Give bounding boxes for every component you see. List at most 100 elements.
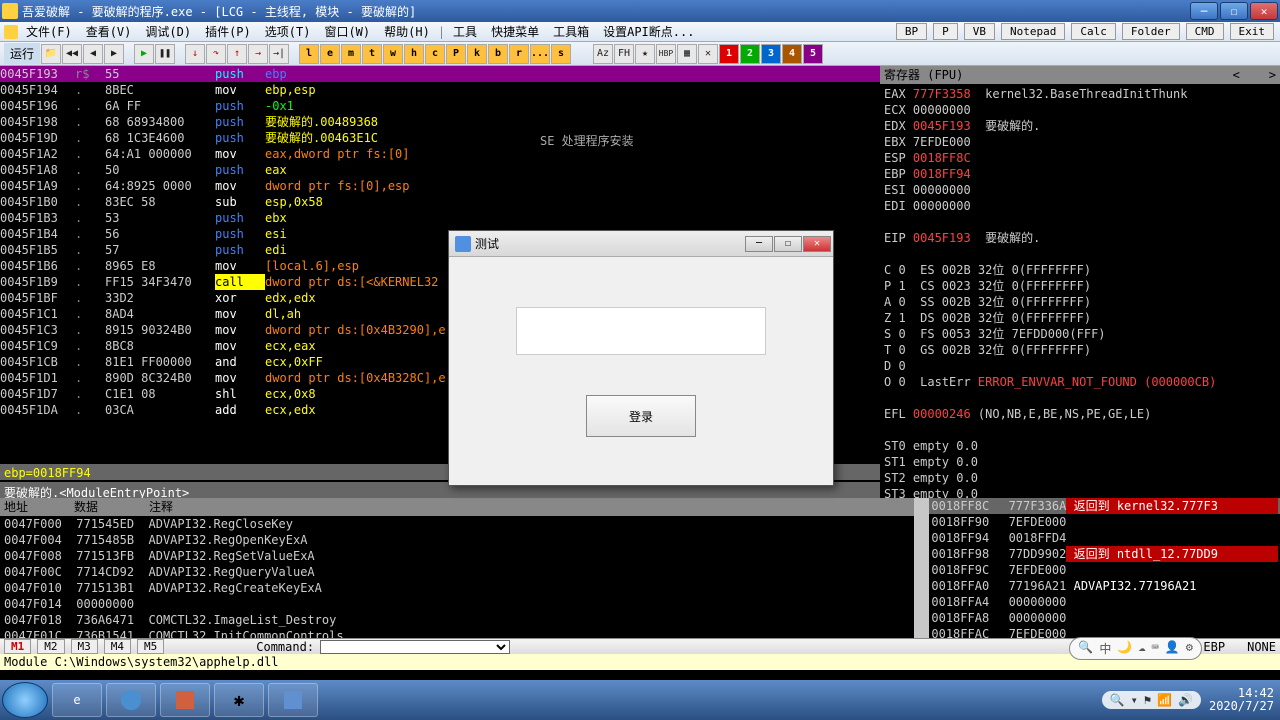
dialog-close-button[interactable]: ✕ (803, 236, 831, 252)
tb-stepin-icon[interactable]: ↓ (185, 44, 205, 64)
dialog-minimize-button[interactable]: ─ (745, 236, 773, 252)
clock[interactable]: 14:42 2020/7/27 (1209, 687, 1274, 713)
tb-letter-t[interactable]: t (362, 44, 382, 64)
menu-plugins[interactable]: 插件(P) (199, 21, 257, 42)
menu-window[interactable]: 窗口(W) (318, 21, 376, 42)
tb-letter-e[interactable]: e (320, 44, 340, 64)
disasm-row[interactable]: 0045F193r$55pushebp (0, 66, 880, 82)
btn-bp[interactable]: BP (896, 23, 927, 40)
tb-stepout-icon[interactable]: ↑ (227, 44, 247, 64)
tray-volume-icon[interactable]: 🔊 (1178, 693, 1193, 707)
tray-network-icon[interactable]: 📶 (1157, 693, 1172, 707)
dump-row[interactable]: 0047F008 771513FB ADVAPI32.RegSetValueEx… (0, 548, 914, 564)
menu-file[interactable]: 文件(F) (20, 21, 78, 42)
ime-cloud-icon[interactable]: ☁ (1138, 640, 1145, 657)
tab-m1[interactable]: M1 (4, 639, 31, 654)
tb-run2-icon[interactable]: → (248, 44, 268, 64)
tb-num1[interactable]: 1 (719, 44, 739, 64)
tab-m3[interactable]: M3 (71, 639, 98, 654)
tb-rewind-icon[interactable]: ◀◀ (62, 44, 82, 64)
register-row[interactable]: EBX 7EFDE000 (884, 134, 1276, 150)
tb-goto-icon[interactable]: →| (269, 44, 289, 64)
disasm-row[interactable]: 0045F19D.68 1C3E4600push要破解的.00463E1C (0, 130, 880, 146)
tb-letter-l[interactable]: l (299, 44, 319, 64)
tb-num2[interactable]: 2 (740, 44, 760, 64)
dump-row[interactable]: 0047F000 771545ED ADVAPI32.RegCloseKey (0, 516, 914, 532)
flag-row[interactable]: S 0 FS 0053 32位 7EFDD000(FFF) (884, 326, 1276, 342)
stack-row[interactable]: 0018FF940018FFD4 (929, 530, 1280, 546)
ime-user-icon[interactable]: 👤 (1165, 640, 1180, 657)
flag-row[interactable]: P 1 CS 0023 32位 0(FFFFFFFF) (884, 278, 1276, 294)
registers-nav[interactable]: < > (1233, 67, 1276, 83)
tb-letter-c[interactable]: c (425, 44, 445, 64)
flag-row[interactable]: D 0 (884, 358, 1276, 374)
tray-flag-icon[interactable]: ⚑ (1144, 693, 1151, 707)
taskbar-app-1[interactable]: e (52, 683, 102, 717)
dump-row[interactable]: 0047F01C 736B1541 COMCTL32.InitCommonCon… (0, 628, 914, 638)
fpu-row[interactable]: ST1 empty 0.0 (884, 454, 1276, 470)
flag-row[interactable]: Z 1 DS 002B 32位 0(FFFFFFFF) (884, 310, 1276, 326)
disasm-row[interactable]: 0045F196.6A FFpush-0x1 (0, 98, 880, 114)
dialog-maximize-button[interactable]: ☐ (774, 236, 802, 252)
btn-cmd[interactable]: CMD (1186, 23, 1224, 40)
taskbar-app-5[interactable] (268, 683, 318, 717)
btn-p[interactable]: P (933, 23, 958, 40)
register-row[interactable]: ESP 0018FF8C (884, 150, 1276, 166)
tb-letter-w[interactable]: w (383, 44, 403, 64)
tb-hbp-icon[interactable]: HBP (656, 44, 676, 64)
tb-fwd-icon[interactable]: ▶ (104, 44, 124, 64)
tb-fh-icon[interactable]: FH (614, 44, 634, 64)
register-row[interactable]: ESI 00000000 (884, 182, 1276, 198)
tb-letter-m[interactable]: m (341, 44, 361, 64)
flag-row[interactable]: C 0 ES 002B 32位 0(FFFFFFFF) (884, 262, 1276, 278)
tb-letter-P[interactable]: P (446, 44, 466, 64)
disasm-row[interactable]: 0045F1B0.83EC 58subesp,0x58 (0, 194, 880, 210)
ime-lang[interactable]: 中 (1099, 640, 1111, 657)
tab-m5[interactable]: M5 (137, 639, 164, 654)
tab-m2[interactable]: M2 (37, 639, 64, 654)
ime-keyboard-icon[interactable]: ⌨ (1152, 640, 1159, 657)
ime-settings-icon[interactable]: ⚙ (1186, 640, 1193, 657)
register-row[interactable]: EAX 777F3358 kernel32.BaseThreadInitThun… (884, 86, 1276, 102)
menu-options[interactable]: 选项(T) (259, 21, 317, 42)
menu-quick[interactable]: 快捷菜单 (485, 21, 545, 42)
stack-row[interactable]: 0018FF9C7EFDE000 (929, 562, 1280, 578)
tb-play-icon[interactable]: ▶ (134, 44, 154, 64)
close-button[interactable]: ✕ (1250, 2, 1278, 20)
stack-row[interactable]: 0018FFA400000000 (929, 594, 1280, 610)
tb-letter-k[interactable]: k (467, 44, 487, 64)
command-input[interactable] (320, 640, 510, 654)
tb-x-icon[interactable]: ✕ (698, 44, 718, 64)
register-row[interactable]: EDX 0045F193 要破解的. (884, 118, 1276, 134)
btn-calc[interactable]: Calc (1071, 23, 1116, 40)
disasm-row[interactable]: 0045F194.8BECmovebp,esp (0, 82, 880, 98)
dump-row[interactable]: 0047F018 736A6471 COMCTL32.ImageList_Des… (0, 612, 914, 628)
ime-bar[interactable]: 🔍 中 🌙 ☁ ⌨ 👤 ⚙ (1069, 637, 1202, 660)
tray-search-icon[interactable]: 🔍 (1110, 693, 1125, 707)
dump-row[interactable]: 0047F010 771513B1 ADVAPI32.RegCreateKeyE… (0, 580, 914, 596)
menu-view[interactable]: 查看(V) (80, 21, 138, 42)
taskbar-app-3[interactable] (160, 683, 210, 717)
tb-pause-icon[interactable]: ❚❚ (155, 44, 175, 64)
tb-star-icon[interactable]: ★ (635, 44, 655, 64)
dialog-text-input[interactable] (516, 307, 766, 355)
stack-row[interactable]: 0018FFA800000000 (929, 610, 1280, 626)
disasm-row[interactable]: 0045F1A9.64:8925 0000movdword ptr fs:[0]… (0, 178, 880, 194)
flag-row[interactable]: A 0 SS 002B 32位 0(FFFFFFFF) (884, 294, 1276, 310)
stack-row[interactable]: 0018FF907EFDE000 (929, 514, 1280, 530)
ime-moon-icon[interactable]: 🌙 (1117, 640, 1132, 657)
menu-api[interactable]: 设置API断点... (597, 21, 700, 42)
fpu-row[interactable]: ST0 empty 0.0 (884, 438, 1276, 454)
maximize-button[interactable]: ☐ (1220, 2, 1248, 20)
menu-debug[interactable]: 调试(D) (139, 21, 197, 42)
flag-row[interactable]: O 0 LastErr ERROR_ENVVAR_NOT_FOUND (0000… (884, 374, 1276, 390)
tb-stepover-icon[interactable]: ↷ (206, 44, 226, 64)
dump-pane[interactable]: 地址 数据 注释 0047F000 771545ED ADVAPI32.RegC… (0, 498, 914, 638)
tab-m4[interactable]: M4 (104, 639, 131, 654)
dump-row[interactable]: 0047F00C 7714CD92 ADVAPI32.RegQueryValue… (0, 564, 914, 580)
disasm-row[interactable]: 0045F1B3.53pushebx (0, 210, 880, 226)
register-row[interactable]: ECX 00000000 (884, 102, 1276, 118)
stack-row[interactable]: 0018FF8C777F336A 返回到 kernel32.777F3 (929, 498, 1280, 514)
tb-az-icon[interactable]: Az (593, 44, 613, 64)
tb-letter-s[interactable]: s (551, 44, 571, 64)
